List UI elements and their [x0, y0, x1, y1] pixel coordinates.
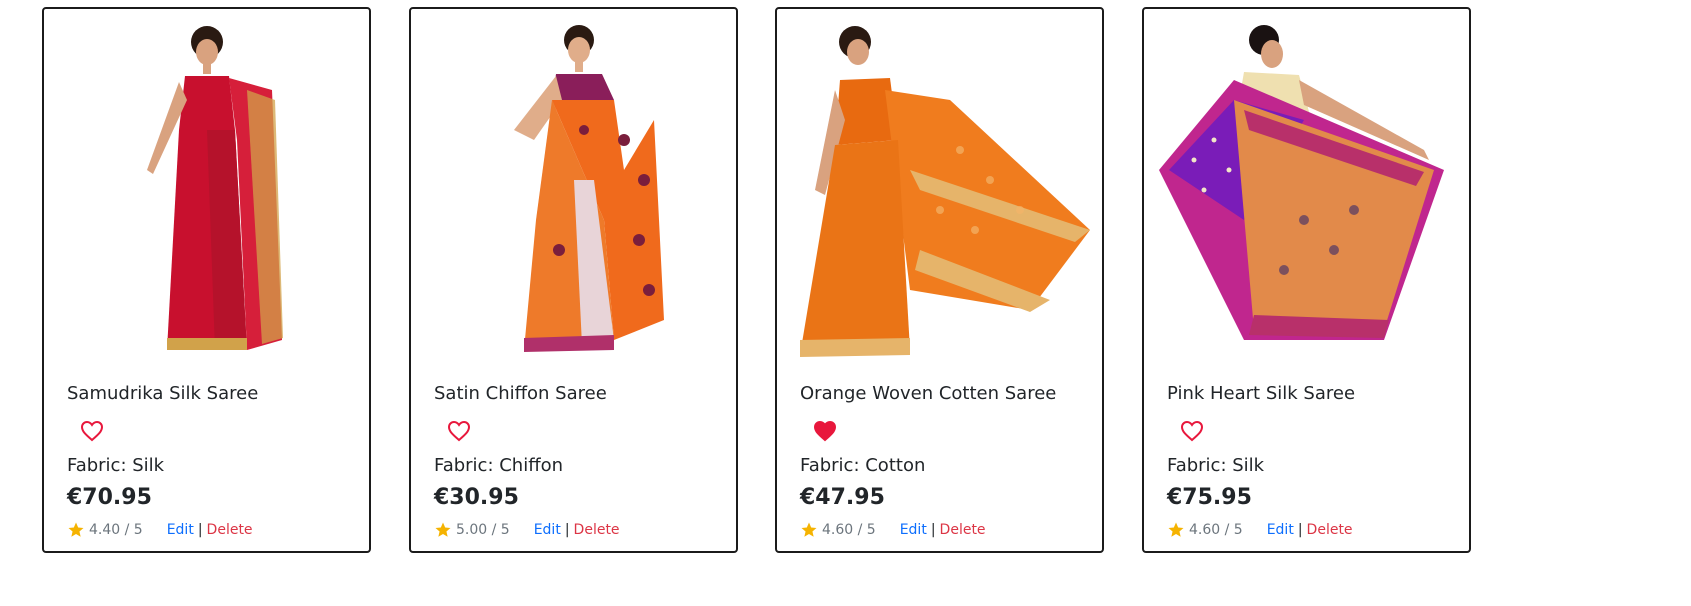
- saree-image-orange: [799, 26, 1090, 357]
- link-separator: |: [564, 522, 570, 538]
- delete-link[interactable]: Delete: [574, 522, 620, 538]
- saree-image-orange-print: [513, 25, 664, 352]
- star-icon: [1168, 522, 1184, 537]
- saree-image-red: [146, 26, 283, 350]
- delete-link[interactable]: Delete: [207, 522, 253, 538]
- edit-link[interactable]: Edit: [167, 522, 194, 538]
- product-meta: 4.40 / 5 Edit | Delete: [67, 521, 253, 539]
- product-card: Orange Woven Cotten Saree Fabric: Cotton…: [775, 7, 1104, 553]
- product-card: Satin Chiffon Saree Fabric: Chiffon €30.…: [409, 7, 738, 553]
- delete-link[interactable]: Delete: [1307, 522, 1353, 538]
- product-rating: 5.00 / 5: [456, 522, 510, 538]
- product-image[interactable]: [777, 15, 1102, 365]
- favorite-heart-filled-icon[interactable]: [813, 419, 837, 443]
- link-separator: |: [197, 522, 203, 538]
- edit-link[interactable]: Edit: [534, 522, 561, 538]
- product-price: €47.95: [800, 485, 885, 510]
- product-fabric: Fabric: Silk: [1167, 455, 1265, 476]
- delete-link[interactable]: Delete: [940, 522, 986, 538]
- edit-link[interactable]: Edit: [1267, 522, 1294, 538]
- product-image[interactable]: [44, 15, 369, 365]
- product-price: €70.95: [67, 485, 152, 510]
- product-image[interactable]: [411, 15, 736, 365]
- product-meta: 5.00 / 5 Edit | Delete: [434, 521, 620, 539]
- favorite-heart-outline-icon[interactable]: [447, 419, 471, 443]
- product-image[interactable]: [1144, 15, 1469, 365]
- product-rating: 4.60 / 5: [1189, 522, 1243, 538]
- link-separator: |: [930, 522, 936, 538]
- link-separator: |: [1297, 522, 1303, 538]
- star-icon: [435, 522, 451, 537]
- product-meta: 4.60 / 5 Edit | Delete: [800, 521, 986, 539]
- edit-link[interactable]: Edit: [900, 522, 927, 538]
- product-price: €30.95: [434, 485, 519, 510]
- product-fabric: Fabric: Silk: [67, 455, 165, 476]
- product-card: Samudrika Silk Saree Fabric: Silk €70.95…: [42, 7, 371, 553]
- product-meta: 4.60 / 5 Edit | Delete: [1167, 521, 1353, 539]
- product-rating: 4.40 / 5: [89, 522, 143, 538]
- favorite-heart-outline-icon[interactable]: [1180, 419, 1204, 443]
- product-name: Samudrika Silk Saree: [67, 383, 259, 404]
- product-name: Satin Chiffon Saree: [434, 383, 607, 404]
- star-icon: [801, 522, 817, 537]
- star-icon: [68, 522, 84, 537]
- product-name: Orange Woven Cotten Saree: [800, 383, 1057, 404]
- product-rating: 4.60 / 5: [822, 522, 876, 538]
- product-fabric: Fabric: Cotton: [800, 455, 926, 476]
- favorite-heart-outline-icon[interactable]: [80, 419, 104, 443]
- product-price: €75.95: [1167, 485, 1252, 510]
- saree-image-purple: [1159, 25, 1444, 340]
- product-fabric: Fabric: Chiffon: [434, 455, 564, 476]
- product-name: Pink Heart Silk Saree: [1167, 383, 1356, 404]
- product-card: Pink Heart Silk Saree Fabric: Silk €75.9…: [1142, 7, 1471, 553]
- product-grid: Samudrika Silk Saree Fabric: Silk €70.95…: [0, 0, 1691, 606]
